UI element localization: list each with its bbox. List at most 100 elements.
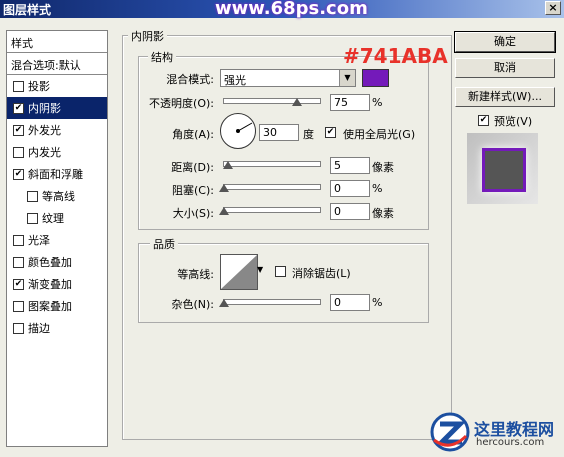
new-style-button[interactable]: 新建样式(W)... <box>455 87 555 107</box>
color-annotation: #741ABA <box>343 44 448 68</box>
choke-label: 阻塞(C): <box>172 184 214 197</box>
distance-slider-thumb[interactable] <box>223 161 233 169</box>
opacity-label: 不透明度(O): <box>149 97 214 110</box>
style-item-label: 图案叠加 <box>28 300 72 313</box>
style-item-checkbox[interactable] <box>27 190 38 202</box>
style-item[interactable]: 等高线 <box>7 185 107 207</box>
distance-input[interactable]: 5 <box>330 157 370 174</box>
style-item-label: 斜面和浮雕 <box>28 168 83 181</box>
style-item-label: 内发光 <box>28 146 61 159</box>
preview-swatch <box>482 148 526 192</box>
close-button[interactable]: × <box>545 1 561 15</box>
style-item[interactable]: 内阴影 <box>7 97 107 119</box>
opacity-slider[interactable] <box>223 98 321 104</box>
size-input[interactable]: 0 <box>330 203 370 220</box>
logo-url: hercours.com <box>476 437 545 448</box>
style-item-label: 颜色叠加 <box>28 256 72 269</box>
style-item[interactable]: 图案叠加 <box>7 295 107 317</box>
noise-input[interactable]: 0 <box>330 294 370 311</box>
style-item-checkbox[interactable] <box>13 124 24 136</box>
opacity-input[interactable]: 75 <box>330 94 370 111</box>
style-item-label: 渐变叠加 <box>28 278 72 291</box>
cancel-button[interactable]: 取消 <box>455 58 555 78</box>
noise-slider[interactable] <box>223 299 321 305</box>
style-item[interactable]: 渐变叠加 <box>7 273 107 295</box>
angle-needle-icon <box>236 122 253 133</box>
style-item-label: 光泽 <box>28 234 50 247</box>
style-item-checkbox[interactable] <box>13 234 24 246</box>
style-item-label: 描边 <box>28 322 50 335</box>
opacity-slider-thumb[interactable] <box>292 98 302 106</box>
style-item-label: 纹理 <box>42 212 64 225</box>
angle-input[interactable]: 30 <box>259 124 299 141</box>
styles-list: 样式 混合选项:默认 投影内阴影外发光内发光斜面和浮雕等高线纹理光泽颜色叠加渐变… <box>6 30 108 447</box>
angle-unit: 度 <box>303 128 314 141</box>
structure-title: 结构 <box>148 49 176 65</box>
angle-label: 角度(A): <box>172 128 214 141</box>
noise-slider-thumb[interactable] <box>219 299 229 307</box>
choke-input[interactable]: 0 <box>330 180 370 197</box>
style-item-label: 外发光 <box>28 124 61 137</box>
distance-slider[interactable] <box>223 161 321 167</box>
site-logo: 这里教程网 hercours.com <box>430 410 562 455</box>
size-unit: 像素 <box>372 207 394 220</box>
style-item[interactable]: 光泽 <box>7 229 107 251</box>
style-item-checkbox[interactable] <box>13 102 24 114</box>
contour-curve-icon <box>221 255 257 289</box>
noise-unit: % <box>372 296 383 309</box>
style-item-checkbox[interactable] <box>13 80 24 92</box>
style-item-checkbox[interactable] <box>13 278 24 290</box>
quality-title: 品质 <box>150 236 178 252</box>
blend-mode-value: 强光 <box>224 74 246 87</box>
inner-shadow-title: 内阴影 <box>128 28 167 44</box>
contour-dropdown-arrow[interactable]: ▼ <box>257 265 263 274</box>
opacity-unit: % <box>372 96 383 109</box>
style-item-checkbox[interactable] <box>27 212 38 224</box>
anti-alias-label: 消除锯齿(L) <box>292 267 351 280</box>
contour-label: 等高线: <box>177 268 214 281</box>
style-item[interactable]: 外发光 <box>7 119 107 141</box>
global-light-label: 使用全局光(G) <box>343 128 416 141</box>
styles-header[interactable]: 样式 <box>7 31 107 53</box>
style-item-checkbox[interactable] <box>13 256 24 268</box>
style-item[interactable]: 颜色叠加 <box>7 251 107 273</box>
preview-label: 预览(V) <box>494 115 533 128</box>
style-preview-thumbnail <box>467 133 538 204</box>
size-slider[interactable] <box>223 207 321 213</box>
size-slider-thumb[interactable] <box>219 207 229 215</box>
choke-slider[interactable] <box>223 184 321 190</box>
blend-options-item[interactable]: 混合选项:默认 <box>7 53 107 75</box>
global-light-checkbox[interactable] <box>325 127 336 138</box>
preview-checkbox[interactable] <box>478 115 489 126</box>
size-label: 大小(S): <box>172 207 214 220</box>
contour-picker[interactable] <box>220 254 258 290</box>
chevron-down-icon: ▼ <box>339 70 355 86</box>
blend-mode-select[interactable]: 强光 ▼ <box>220 69 356 87</box>
style-item-label: 投影 <box>28 80 50 93</box>
distance-unit: 像素 <box>372 161 394 174</box>
style-item[interactable]: 描边 <box>7 317 107 339</box>
watermark-text: www.68ps.com <box>215 0 368 19</box>
style-item[interactable]: 斜面和浮雕 <box>7 163 107 185</box>
style-item-label: 内阴影 <box>28 102 61 115</box>
choke-slider-thumb[interactable] <box>219 184 229 192</box>
style-item-checkbox[interactable] <box>13 300 24 312</box>
style-item-checkbox[interactable] <box>13 146 24 158</box>
ok-button[interactable]: 确定 <box>454 31 556 53</box>
window-title: 图层样式 <box>3 3 52 17</box>
distance-label: 距离(D): <box>171 161 214 174</box>
angle-dial[interactable] <box>220 113 256 149</box>
style-item[interactable]: 纹理 <box>7 207 107 229</box>
blend-mode-label: 混合模式: <box>166 73 214 86</box>
noise-label: 杂色(N): <box>171 298 214 311</box>
style-item-label: 等高线 <box>42 190 75 203</box>
style-item-checkbox[interactable] <box>13 322 24 334</box>
anti-alias-checkbox[interactable] <box>275 266 286 277</box>
shadow-color-swatch[interactable] <box>362 69 389 87</box>
style-item[interactable]: 投影 <box>7 75 107 97</box>
title-bar: 图层样式 www.68ps.com × <box>0 0 564 19</box>
choke-unit: % <box>372 182 383 195</box>
logo-emblem-icon <box>430 412 470 452</box>
style-item-checkbox[interactable] <box>13 168 24 180</box>
style-item[interactable]: 内发光 <box>7 141 107 163</box>
